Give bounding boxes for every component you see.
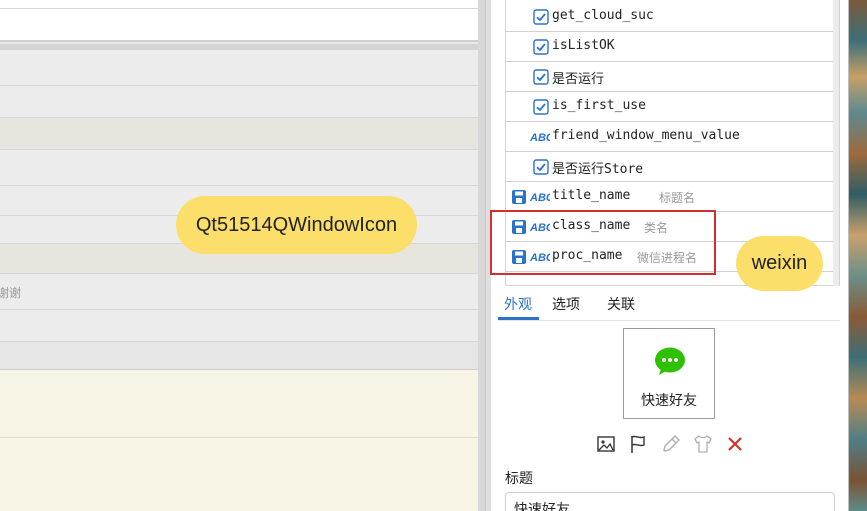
list-row[interactable] [0, 150, 485, 186]
svg-text:ABC: ABC [530, 132, 550, 144]
process-name-callout: weixin [736, 236, 823, 291]
list-row[interactable] [0, 370, 485, 438]
tab-options[interactable]: 选项 [552, 294, 580, 314]
tab-associations[interactable]: 关联 [607, 294, 635, 314]
list-row[interactable]: 谢谢 [0, 274, 485, 310]
shortcut-preview[interactable]: 快速好友 [623, 328, 715, 419]
list-row[interactable] [0, 342, 485, 370]
variable-name: is_first_use [552, 98, 646, 113]
list-row[interactable] [0, 86, 485, 118]
variable-name: title_name [552, 188, 631, 203]
highlight-box [490, 210, 716, 275]
variable-row[interactable]: is_first_use [506, 92, 833, 122]
save-icon [511, 189, 527, 209]
list-row[interactable] [0, 310, 485, 342]
variable-description: 标题名 [659, 191, 696, 205]
variable-name: 是否运行 [552, 72, 605, 87]
image-icon[interactable] [595, 433, 617, 455]
variable-list-scrollbar[interactable] [833, 0, 839, 286]
checkbox-icon[interactable] [533, 99, 549, 119]
close-icon[interactable] [724, 433, 746, 455]
list-row[interactable] [0, 118, 485, 150]
variable-row[interactable]: ABC title_name 标题名 [506, 182, 833, 212]
title-input[interactable]: 快速好友 [505, 492, 835, 511]
variable-row[interactable]: 是否运行Store [506, 152, 833, 182]
checkbox-icon[interactable] [533, 69, 549, 89]
title-label: 标题 [505, 471, 533, 487]
tab-bar: 外观 选项 关联 [498, 289, 840, 321]
shirt-icon[interactable] [692, 433, 714, 455]
left-scrollbar[interactable] [478, 0, 485, 511]
row-fragment-text: 谢谢 [0, 286, 22, 300]
list-row[interactable] [0, 50, 485, 86]
variable-row[interactable]: get_cloud_suc [506, 2, 833, 32]
variable-row[interactable]: ABC friend_window_menu_value [506, 122, 833, 152]
variable-name: friend_window_menu_value [552, 128, 740, 143]
appearance-toolbar [595, 433, 755, 455]
wechat-icon [654, 347, 686, 381]
checkbox-icon[interactable] [533, 9, 549, 29]
text-type-icon: ABC [529, 130, 555, 148]
variable-name: isListOK [552, 38, 615, 53]
variable-name: get_cloud_suc [552, 8, 654, 23]
list-row[interactable] [0, 0, 485, 42]
active-tab-indicator [498, 317, 539, 320]
variable-row[interactable]: isListOK [506, 32, 833, 62]
svg-text:ABC: ABC [530, 192, 550, 204]
window-class-callout: Qt51514QWindowIcon [176, 196, 417, 254]
eyedropper-icon[interactable] [660, 433, 682, 455]
checkbox-icon[interactable] [533, 39, 549, 59]
desktop-wallpaper [848, 0, 867, 511]
tab-appearance[interactable]: 外观 [504, 294, 532, 314]
list-row[interactable] [0, 438, 485, 511]
left-pane: 谢谢 [0, 0, 485, 511]
flag-icon[interactable] [627, 433, 649, 455]
preview-label: 快速好友 [641, 393, 697, 409]
checkbox-icon[interactable] [533, 159, 549, 179]
variable-row[interactable]: 是否运行 [506, 62, 833, 92]
variable-name: 是否运行Store [552, 162, 644, 177]
text-type-icon: ABC [529, 190, 555, 208]
